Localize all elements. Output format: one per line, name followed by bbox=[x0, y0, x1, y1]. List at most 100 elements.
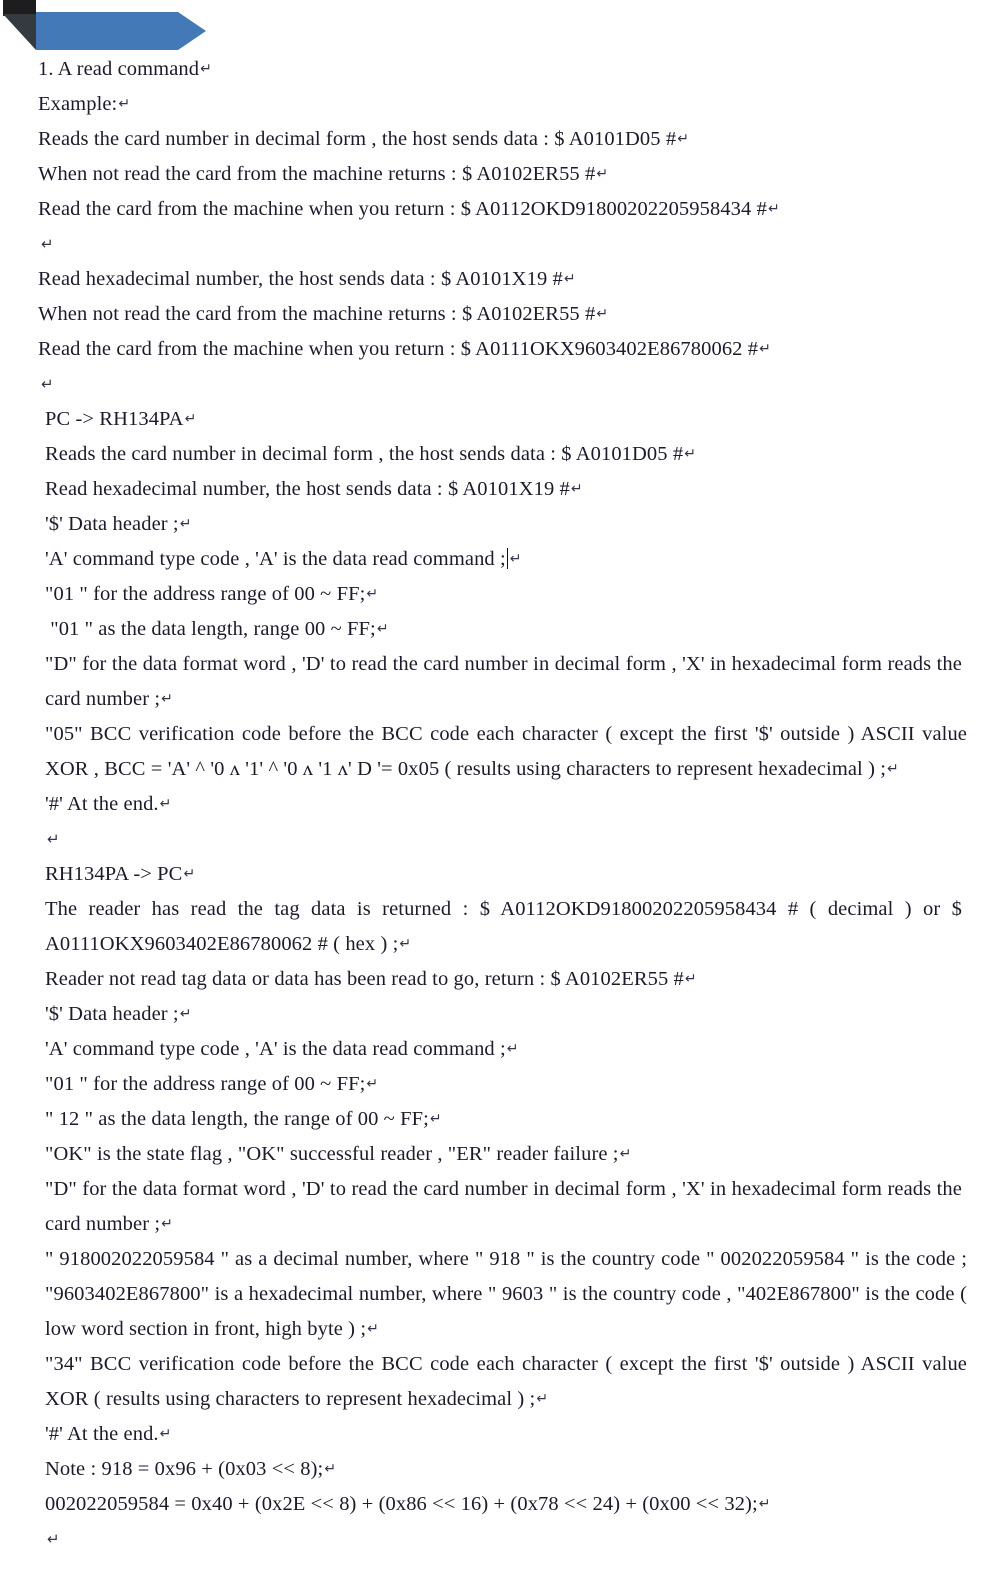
pc-bcc-paragraph: "05" BCC verification code before the BC… bbox=[0, 717, 1000, 787]
pc-hex-line: Read hexadecimal number, the host sends … bbox=[0, 472, 1000, 507]
pilcrow-icon: ↵ bbox=[366, 1076, 379, 1092]
reader-end-line: '#' At the end.↵ bbox=[0, 1417, 1000, 1452]
pilcrow-icon: ↵ bbox=[179, 516, 192, 532]
pilcrow-icon: ↵ bbox=[759, 341, 771, 357]
pilcrow-icon: ↵ bbox=[200, 61, 212, 77]
decimal-error-line: When not read the card from the machine … bbox=[0, 157, 1000, 192]
hex-send-text: Read hexadecimal number, the host sends … bbox=[38, 268, 563, 290]
pilcrow-icon: ↵ bbox=[596, 166, 609, 182]
pilcrow-icon: ↵ bbox=[758, 1496, 771, 1512]
pilcrow-icon: ↵ bbox=[677, 131, 690, 147]
reader-field-command-code: 'A' command type code , 'A' is the data … bbox=[0, 1032, 1000, 1067]
pilcrow-icon: ↵ bbox=[887, 761, 899, 777]
document-body: 1. A read command↵ Example:↵ Reads the c… bbox=[0, 52, 1000, 1557]
pilcrow-icon: ↵ bbox=[161, 1216, 173, 1232]
pc-format-word-text: "D" for the data format word , 'D' to re… bbox=[45, 653, 962, 710]
pc-field-data-header-text: '$' Data header ; bbox=[45, 513, 179, 535]
banner-fold-triangle bbox=[3, 14, 36, 50]
hex-error-line: When not read the card from the machine … bbox=[0, 297, 1000, 332]
pc-field-command-code: 'A' command type code , 'A' is the data … bbox=[0, 542, 1000, 577]
blank-line: ↵ bbox=[0, 367, 1000, 402]
decimal-success-text: Read the card from the machine when you … bbox=[38, 198, 767, 220]
pc-field-command-code-text: 'A' command type code , 'A' is the data … bbox=[45, 548, 506, 570]
pc-field-data-header: '$' Data header ;↵ bbox=[0, 507, 1000, 542]
pilcrow-icon: ↵ bbox=[47, 830, 60, 848]
reader-field-address-range-text: "01 " for the address range of 00 ~ FF; bbox=[45, 1073, 366, 1095]
pilcrow-icon: ↵ bbox=[536, 1391, 549, 1407]
reader-format-word-paragraph: "D" for the data format word , 'D' to re… bbox=[0, 1172, 1000, 1242]
reader-end-text: '#' At the end. bbox=[45, 1423, 159, 1445]
reader-number-explain-text: " 918002022059584 " as a decimal number,… bbox=[45, 1248, 967, 1340]
reader-field-state-flag-text: "OK" is the state flag , "OK" successful… bbox=[45, 1143, 619, 1165]
pc-format-word-paragraph: "D" for the data format word , 'D' to re… bbox=[0, 647, 1000, 717]
pc-field-data-length-text: "01 " as the data length, range 00 ~ FF; bbox=[45, 618, 376, 640]
pilcrow-icon: ↵ bbox=[376, 621, 389, 637]
reader-returned-text: The reader has read the tag data is retu… bbox=[45, 898, 962, 955]
reader-field-data-header: '$' Data header ;↵ bbox=[0, 997, 1000, 1032]
pc-end-line: '#' At the end.↵ bbox=[0, 787, 1000, 822]
reader-to-pc-title: RH134PA -> PC↵ bbox=[0, 857, 1000, 892]
reader-field-address-range: "01 " for the address range of 00 ~ FF;↵ bbox=[0, 1067, 1000, 1102]
section-heading: 1. A read command↵ bbox=[0, 52, 1000, 87]
pilcrow-icon: ↵ bbox=[429, 1111, 442, 1127]
pilcrow-icon: ↵ bbox=[47, 1530, 60, 1548]
section-heading-text: 1. A read command bbox=[38, 58, 200, 80]
pilcrow-icon: ↵ bbox=[118, 96, 131, 112]
decimal-send-text: Reads the card number in decimal form , … bbox=[38, 128, 677, 150]
pc-decimal-text: Reads the card number in decimal form , … bbox=[45, 443, 684, 465]
pilcrow-icon: ↵ bbox=[399, 936, 412, 952]
pilcrow-icon: ↵ bbox=[324, 1461, 337, 1477]
note-code-expansion-line: 002022059584 = 0x40 + (0x2E << 8) + (0x8… bbox=[0, 1487, 1000, 1522]
pc-hex-text: Read hexadecimal number, the host sends … bbox=[45, 478, 570, 500]
reader-number-explain-paragraph: " 918002022059584 " as a decimal number,… bbox=[0, 1242, 1000, 1347]
pc-field-address-range-text: "01 " for the address range of 00 ~ FF; bbox=[45, 583, 366, 605]
text-cursor bbox=[506, 548, 508, 569]
decimal-success-line: Read the card from the machine when you … bbox=[0, 192, 1000, 227]
pilcrow-icon: ↵ bbox=[159, 796, 172, 812]
pilcrow-icon: ↵ bbox=[596, 306, 609, 322]
pilcrow-icon: ↵ bbox=[509, 551, 522, 567]
reader-field-data-length-text: " 12 " as the data length, the range of … bbox=[45, 1108, 429, 1130]
decimal-send-line: Reads the card number in decimal form , … bbox=[0, 122, 1000, 157]
reader-not-read-line: Reader not read tag data or data has bee… bbox=[0, 962, 1000, 997]
reader-not-read-text: Reader not read tag data or data has bee… bbox=[45, 968, 684, 990]
pc-field-data-length: "01 " as the data length, range 00 ~ FF;… bbox=[0, 612, 1000, 647]
pilcrow-icon: ↵ bbox=[684, 446, 697, 462]
blank-line: ↵ bbox=[0, 227, 1000, 262]
hex-error-text: When not read the card from the machine … bbox=[38, 303, 596, 325]
pc-to-reader-title-text: PC -> RH134PA bbox=[45, 408, 184, 430]
reader-field-command-code-text: 'A' command type code , 'A' is the data … bbox=[45, 1038, 506, 1060]
pilcrow-icon: ↵ bbox=[184, 411, 197, 427]
hex-success-line: Read the card from the machine when you … bbox=[0, 332, 1000, 367]
blank-line: ↵ bbox=[0, 822, 1000, 857]
pilcrow-icon: ↵ bbox=[367, 1321, 379, 1337]
pilcrow-icon: ↵ bbox=[41, 235, 54, 253]
reader-format-word-text: "D" for the data format word , 'D' to re… bbox=[45, 1178, 962, 1235]
reader-field-state-flag: "OK" is the state flag , "OK" successful… bbox=[0, 1137, 1000, 1172]
pilcrow-icon: ↵ bbox=[41, 375, 54, 393]
note-country-code-text: Note : 918 = 0x96 + (0x03 << 8); bbox=[45, 1458, 324, 1480]
example-label-text: Example: bbox=[38, 93, 118, 115]
pilcrow-icon: ↵ bbox=[183, 866, 196, 882]
reader-bcc-text: "34" BCC verification code before the BC… bbox=[45, 1353, 967, 1410]
reader-returned-paragraph: The reader has read the tag data is retu… bbox=[0, 892, 1000, 962]
pilcrow-icon: ↵ bbox=[563, 271, 576, 287]
hex-send-line: Read hexadecimal number, the host sends … bbox=[0, 262, 1000, 297]
pilcrow-icon: ↵ bbox=[179, 1006, 192, 1022]
reader-field-data-length: " 12 " as the data length, the range of … bbox=[0, 1102, 1000, 1137]
pilcrow-icon: ↵ bbox=[506, 1041, 519, 1057]
reader-to-pc-title-text: RH134PA -> PC bbox=[45, 863, 183, 885]
pc-decimal-line: Reads the card number in decimal form , … bbox=[0, 437, 1000, 472]
header-arrow-banner bbox=[0, 0, 210, 52]
pilcrow-icon: ↵ bbox=[159, 1426, 172, 1442]
pilcrow-icon: ↵ bbox=[570, 481, 583, 497]
pilcrow-icon: ↵ bbox=[684, 971, 697, 987]
pilcrow-icon: ↵ bbox=[161, 691, 173, 707]
hex-success-text: Read the card from the machine when you … bbox=[38, 338, 759, 360]
reader-field-data-header-text: '$' Data header ; bbox=[45, 1003, 179, 1025]
banner-corner-square bbox=[3, 0, 36, 16]
reader-bcc-paragraph: "34" BCC verification code before the BC… bbox=[0, 1347, 1000, 1417]
pc-bcc-text: "05" BCC verification code before the BC… bbox=[45, 723, 967, 780]
pilcrow-icon: ↵ bbox=[767, 201, 780, 217]
decimal-error-text: When not read the card from the machine … bbox=[38, 163, 596, 185]
